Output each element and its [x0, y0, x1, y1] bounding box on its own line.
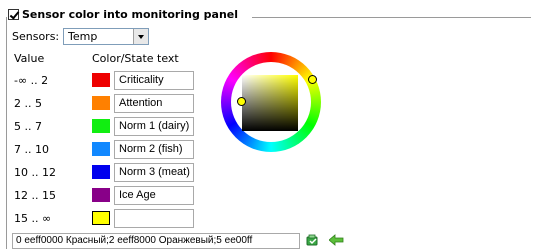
sensors-label: Sensors:: [12, 30, 60, 43]
enable-checkbox[interactable]: [8, 9, 19, 20]
color-swatch[interactable]: [92, 73, 110, 87]
state-text-input[interactable]: Criticality: [114, 71, 194, 90]
state-text-input[interactable]: Ice Age: [114, 186, 194, 205]
state-text-input[interactable]: Norm 2 (fish): [114, 140, 194, 159]
color-swatch[interactable]: [92, 142, 110, 156]
sensors-select-value: Temp: [68, 30, 98, 43]
group-frame-top: [252, 17, 531, 18]
sensors-select[interactable]: Temp: [63, 28, 149, 45]
range-label: 2 .. 5: [14, 97, 42, 110]
color-swatch[interactable]: [92, 119, 110, 133]
chevron-down-icon[interactable]: [133, 29, 148, 44]
range-label: -∞ .. 2: [14, 74, 49, 87]
range-label: 12 .. 15: [14, 189, 56, 202]
group-legend: Sensor color into monitoring panel: [8, 8, 242, 21]
group-title: Sensor color into monitoring panel: [22, 8, 239, 21]
range-label: 5 .. 7: [14, 120, 42, 133]
color-swatch[interactable]: [92, 96, 110, 110]
state-text-input[interactable]: Attention: [114, 94, 194, 113]
color-swatch[interactable]: [92, 188, 110, 202]
apply-icon[interactable]: [306, 234, 320, 246]
state-text-input[interactable]: [114, 209, 194, 228]
range-label: 10 .. 12: [14, 166, 56, 179]
color-swatch[interactable]: [92, 165, 110, 179]
hue-marker[interactable]: [308, 75, 317, 84]
range-label: 15 .. ∞: [14, 212, 52, 225]
saturation-value-square[interactable]: [242, 75, 298, 131]
state-text-input[interactable]: Norm 3 (meat): [114, 163, 194, 182]
range-label: 7 .. 10: [14, 143, 49, 156]
column-header-value: Value: [14, 52, 45, 65]
group-frame-left: [6, 17, 7, 249]
state-text-input[interactable]: Norm 1 (dairy): [114, 117, 194, 136]
column-header-color: Color/State text: [92, 52, 179, 65]
color-config-string-input[interactable]: 0 eeff0000 Красный;2 eeff8000 Оранжевый;…: [12, 233, 300, 249]
sv-marker[interactable]: [237, 97, 246, 106]
back-arrow-icon[interactable]: [329, 234, 344, 246]
color-swatch-selected[interactable]: [92, 211, 110, 225]
